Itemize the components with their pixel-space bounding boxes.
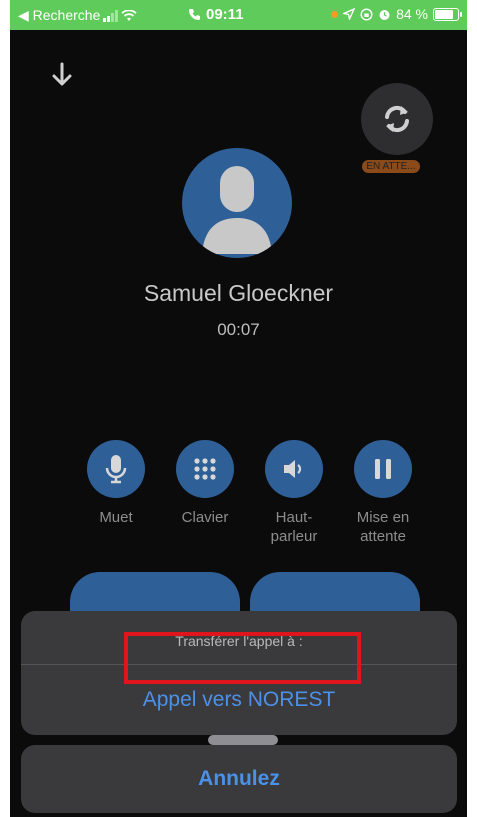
call-timer: 00:07 (217, 320, 260, 339)
alarm-icon (379, 9, 390, 20)
minimize-arrow-icon[interactable] (50, 60, 74, 90)
battery-icon (433, 7, 462, 21)
avatar (182, 148, 292, 258)
signal-icon (103, 9, 119, 22)
sheet-grabber (208, 735, 278, 745)
speaker-button[interactable] (265, 440, 323, 498)
caller-name: Samuel Gloeckner (143, 280, 334, 306)
mute-control: Muet (76, 440, 156, 527)
keypad-label: Clavier (181, 509, 229, 526)
cancel-button[interactable]: Annulez (21, 745, 457, 813)
mute-button[interactable] (87, 440, 145, 498)
speaker-control: Haut- parleur (254, 440, 334, 546)
hold-button[interactable] (354, 440, 412, 498)
speaker-label: Haut- parleur (270, 509, 318, 545)
keypad-button[interactable] (176, 440, 234, 498)
keypad-icon (194, 458, 216, 480)
time: 09:11 (206, 6, 244, 23)
person-icon (202, 166, 272, 254)
status-right: 84 % (331, 6, 462, 22)
phone-icon (189, 9, 200, 20)
orange-dot-icon (331, 10, 339, 18)
pause-icon (375, 459, 391, 479)
hold-label: Mise en attente (356, 509, 410, 545)
phone-screen: ◀ Recherche 09:11 84 % EN ATTE... Samuel… (10, 0, 467, 817)
hold-control: Mise en attente (343, 440, 423, 546)
status-clock: 09:11 (188, 6, 244, 23)
status-bar: ◀ Recherche 09:11 84 % (10, 0, 467, 30)
mute-label: Muet (99, 509, 133, 526)
location-icon (343, 8, 356, 20)
microphone-icon (105, 455, 127, 484)
keypad-control: Clavier (165, 440, 245, 527)
swap-call-button[interactable] (361, 83, 433, 155)
back-label: ◀ Recherche (18, 7, 101, 23)
speaker-icon (284, 460, 302, 478)
lock-rotation-icon (360, 7, 373, 21)
back-to-search[interactable]: ◀ Recherche (18, 7, 137, 24)
wifi-icon (121, 9, 137, 21)
highlight-box (124, 632, 361, 684)
hold-badge: EN ATTE... (362, 160, 420, 173)
swap-icon (385, 105, 409, 133)
battery-percent: 84 % (396, 6, 428, 22)
